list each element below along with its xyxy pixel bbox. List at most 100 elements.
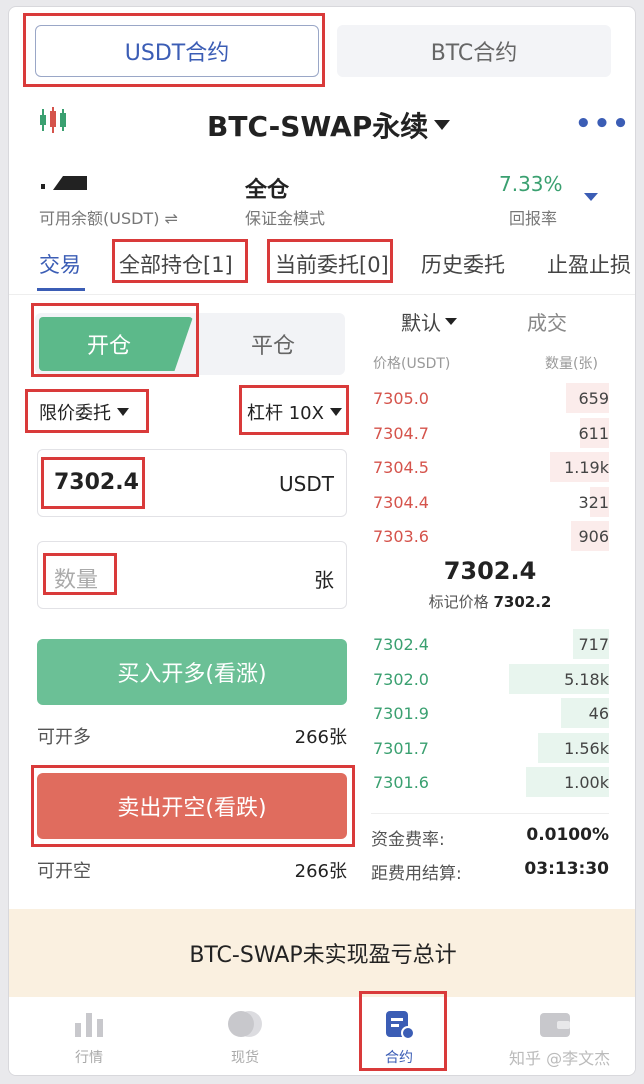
can-open-long: 可开多 266张	[37, 723, 347, 749]
section-tabs: 交易 全部持仓[1] 当前委托[0] 历史委托 止盈止损	[9, 239, 635, 295]
bid-qty: 46	[588, 704, 609, 723]
chevron-down-icon	[117, 408, 129, 416]
bar-chart-icon	[75, 1013, 103, 1037]
tab-tp-sl[interactable]: 止盈止损	[547, 249, 631, 279]
return-rate-label: 回报率	[509, 209, 558, 228]
orderbook-tab-default-label: 默认	[401, 311, 441, 335]
open-position-button[interactable]: 开仓	[39, 317, 193, 371]
ask-row[interactable]: 7304.7 611	[371, 416, 609, 450]
funding-rate-label: 资金费率:	[371, 830, 445, 850]
col-qty-header: 数量(张)	[545, 356, 598, 372]
ask-price: 7303.6	[373, 527, 429, 546]
can-open-long-label: 可开多	[37, 727, 91, 748]
bid-row[interactable]: 7302.0 5.18k	[371, 662, 609, 696]
bid-row[interactable]: 7301.6 1.00k	[371, 765, 609, 799]
funding-rate-row: 资金费率: 0.0100%	[371, 825, 609, 850]
bid-row[interactable]: 7301.7 1.56k	[371, 731, 609, 765]
price-unit: USDT	[279, 472, 334, 496]
bid-price: 7302.0	[373, 669, 429, 689]
ask-row[interactable]: 7304.4 321	[371, 485, 609, 519]
divider	[371, 813, 609, 814]
nav-contract[interactable]: 合约	[359, 1009, 439, 1067]
ask-row[interactable]: 7305.0 659	[371, 381, 609, 415]
margin-mode-value[interactable]: 全仓	[245, 172, 289, 204]
nav-market[interactable]: 行情	[49, 1009, 129, 1067]
watermark: 知乎 @李文杰	[509, 1049, 611, 1068]
buy-long-button[interactable]: 买入开多(看涨)	[37, 639, 347, 705]
open-close-toggle: 开仓 平仓	[35, 313, 345, 375]
bid-qty: 5.18k	[564, 669, 609, 689]
balance-label[interactable]: 可用余额(USDT) ⇌	[39, 205, 178, 229]
can-open-short-value: 266张	[294, 861, 347, 882]
pair-selector[interactable]: BTC-SWAP永续	[207, 105, 451, 145]
col-price-header: 价格(USDT)	[373, 356, 451, 372]
ask-row[interactable]: 7303.6 906	[371, 519, 609, 553]
ask-row[interactable]: 7304.5 1.19k	[371, 450, 609, 484]
tab-order-history[interactable]: 历史委托	[421, 249, 505, 279]
quantity-unit: 张	[314, 568, 334, 592]
pair-name: BTC-SWAP永续	[207, 110, 429, 143]
tab-trade[interactable]: 交易	[39, 249, 81, 279]
app-frame: USDT合约 BTC合约 BTC-SWAP永续 ••• 可用余额(USDT) ⇌…	[8, 6, 636, 1076]
ask-price: 7304.5	[373, 458, 429, 477]
sell-short-button[interactable]: 卖出开空(看跌)	[37, 773, 347, 839]
unrealized-pnl-banner[interactable]: BTC-SWAP未实现盈亏总计	[9, 909, 635, 997]
leverage-select[interactable]: 杠杆 10X	[247, 399, 342, 425]
ask-price: 7305.0	[373, 389, 429, 408]
chevron-down-icon[interactable]	[584, 193, 598, 201]
nav-spot-label: 现货	[231, 1050, 259, 1066]
can-open-short: 可开空 266张	[37, 857, 347, 883]
tab-btc-contract[interactable]: BTC合约	[337, 25, 611, 77]
ask-price: 7304.4	[373, 492, 429, 512]
ask-qty: 321	[578, 492, 609, 512]
ask-qty: 611	[578, 423, 609, 443]
bid-price: 7302.4	[373, 635, 429, 654]
orderbook-tab-trades[interactable]: 成交	[527, 307, 567, 336]
balance-redacted	[41, 176, 87, 190]
coins-icon	[228, 1011, 262, 1037]
wallet-icon	[540, 1013, 570, 1037]
quantity-input[interactable]: 数量 张	[37, 541, 347, 609]
active-tab-indicator	[37, 288, 85, 291]
chevron-down-icon	[445, 318, 457, 325]
contract-icon	[386, 1011, 415, 1040]
ask-price: 7304.7	[373, 423, 429, 443]
price-value: 7302.4	[54, 470, 139, 495]
close-position-button[interactable]: 平仓	[205, 317, 341, 371]
ask-qty: 906	[578, 527, 609, 546]
settlement-label: 距费用结算:	[371, 864, 462, 884]
orderbook-tab-default[interactable]: 默认	[401, 307, 457, 336]
funding-rate-value: 0.0100%	[526, 825, 609, 845]
chevron-down-icon	[329, 408, 342, 416]
nav-assets[interactable]	[515, 1009, 595, 1047]
tab-usdt-contract[interactable]: USDT合约	[35, 25, 319, 77]
settlement-row: 距费用结算: 03:13:30	[371, 859, 609, 884]
price-input[interactable]: 7302.4 USDT	[37, 449, 347, 517]
mark-price-label: 标记价格	[428, 593, 489, 611]
settlement-countdown: 03:13:30	[524, 859, 609, 879]
order-type-select[interactable]: 限价委托	[39, 399, 129, 425]
nav-spot[interactable]: 现货	[205, 1009, 285, 1067]
bid-row[interactable]: 7301.9 46	[371, 696, 609, 730]
tab-all-positions[interactable]: 全部持仓[1]	[119, 249, 233, 279]
bid-qty: 1.56k	[564, 738, 609, 758]
candlestick-icon[interactable]	[37, 105, 77, 135]
chevron-down-icon	[434, 120, 451, 130]
more-icon[interactable]: •••	[575, 109, 631, 139]
mark-price-value: 7302.2	[493, 593, 552, 611]
bid-qty: 717	[578, 635, 609, 654]
quantity-placeholder: 数量	[54, 568, 99, 593]
nav-market-label: 行情	[75, 1050, 103, 1066]
bid-price: 7301.6	[373, 773, 429, 792]
bid-qty: 1.00k	[564, 773, 609, 792]
nav-contract-label: 合约	[385, 1050, 413, 1066]
leverage-value: 杠杆 10X	[247, 403, 324, 424]
bid-row[interactable]: 7302.4 717	[371, 627, 609, 661]
return-rate-value: 7.33%	[499, 172, 563, 196]
ask-qty: 1.19k	[564, 458, 609, 477]
last-price: 7302.4	[443, 557, 537, 585]
margin-mode-label: 保证金模式	[245, 209, 326, 228]
bid-price: 7301.9	[373, 704, 429, 723]
order-type-value: 限价委托	[39, 403, 111, 424]
tab-open-orders[interactable]: 当前委托[0]	[275, 249, 389, 279]
